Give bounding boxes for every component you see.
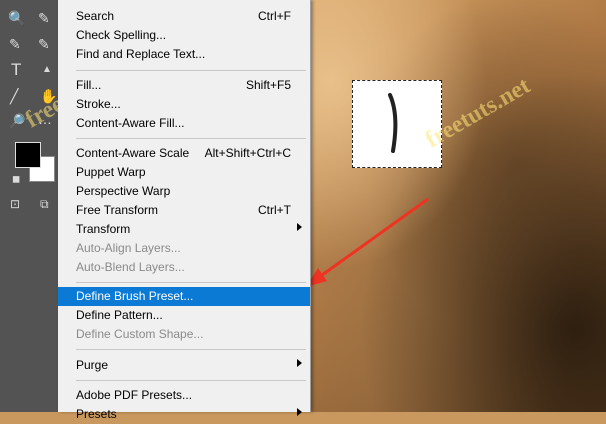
menu-item-shortcut: Ctrl+T xyxy=(258,203,291,217)
submenu-arrow-icon xyxy=(297,223,302,231)
menu-item-check-spelling[interactable]: Check Spelling... xyxy=(58,26,310,45)
menu-item-shortcut: Shift+F5 xyxy=(245,78,291,92)
menu-item-perspective-warp[interactable]: Perspective Warp xyxy=(58,182,310,201)
menu-item-auto-align-layers: Auto-Align Layers... xyxy=(58,239,310,258)
menu-item-adobe-pdf-presets[interactable]: Adobe PDF Presets... xyxy=(58,386,310,405)
menu-item-label: Check Spelling... xyxy=(76,28,167,42)
menu-item-fill[interactable]: Fill... Shift+F5 xyxy=(58,76,310,95)
menu-item-label: Auto-Align Layers... xyxy=(76,241,181,255)
menu-separator xyxy=(76,282,306,283)
menu-item-label: Find and Replace Text... xyxy=(76,47,206,61)
menu-item-label: Adobe PDF Presets... xyxy=(76,388,193,402)
menu-item-label: Search xyxy=(76,9,115,23)
menu-separator xyxy=(76,70,306,71)
menu-item-label: Content-Aware Fill... xyxy=(76,116,185,130)
menu-item-label: Stroke... xyxy=(76,97,121,111)
menu-item-label: Define Brush Preset... xyxy=(76,289,194,303)
menu-item-label: Define Pattern... xyxy=(76,308,163,322)
menu-item-purge[interactable]: Purge xyxy=(58,356,310,375)
menu-item-auto-blend-layers: Auto-Blend Layers... xyxy=(58,258,310,277)
menu-item-content-aware-fill[interactable]: Content-Aware Fill... xyxy=(58,114,310,133)
edit-menu: Search Ctrl+F Check Spelling... Find and … xyxy=(58,0,311,421)
submenu-arrow-icon xyxy=(297,359,302,367)
menu-item-label: Fill... xyxy=(76,78,102,92)
menu-item-stroke[interactable]: Stroke... xyxy=(58,95,310,114)
menu-item-find-replace[interactable]: Find and Replace Text... xyxy=(58,45,310,64)
menu-separator xyxy=(76,349,306,350)
menu-item-search[interactable]: Search Ctrl+F xyxy=(58,7,310,26)
menu-item-define-brush-preset[interactable]: Define Brush Preset... xyxy=(58,287,310,306)
menu-separator xyxy=(76,138,306,139)
menu-item-label: Puppet Warp xyxy=(76,165,146,179)
menu-item-free-transform[interactable]: Free Transform Ctrl+T xyxy=(58,201,310,220)
menu-item-define-custom-shape: Define Custom Shape... xyxy=(58,325,310,344)
menu-item-label: Auto-Blend Layers... xyxy=(76,260,185,274)
menu-item-label: Presets xyxy=(76,407,117,421)
menu-item-define-pattern[interactable]: Define Pattern... xyxy=(58,306,310,325)
menu-item-label: Transform xyxy=(76,222,131,236)
menu-item-label: Define Custom Shape... xyxy=(76,327,204,341)
menu-item-puppet-warp[interactable]: Puppet Warp xyxy=(58,163,310,182)
menu-item-shortcut: Alt+Shift+Ctrl+C xyxy=(204,146,291,160)
menu-item-shortcut: Ctrl+F xyxy=(258,9,291,23)
menu-item-presets[interactable]: Presets xyxy=(58,405,310,424)
menu-item-label: Content-Aware Scale xyxy=(76,146,190,160)
menu-item-transform[interactable]: Transform xyxy=(58,220,310,239)
menu-item-label: Free Transform xyxy=(76,203,159,217)
submenu-arrow-icon xyxy=(297,408,302,416)
menu-item-content-aware-scale[interactable]: Content-Aware Scale Alt+Shift+Ctrl+C xyxy=(58,144,310,163)
menu-separator xyxy=(76,380,306,381)
menu-item-label: Purge xyxy=(76,358,109,372)
menu-item-label: Perspective Warp xyxy=(76,184,171,198)
